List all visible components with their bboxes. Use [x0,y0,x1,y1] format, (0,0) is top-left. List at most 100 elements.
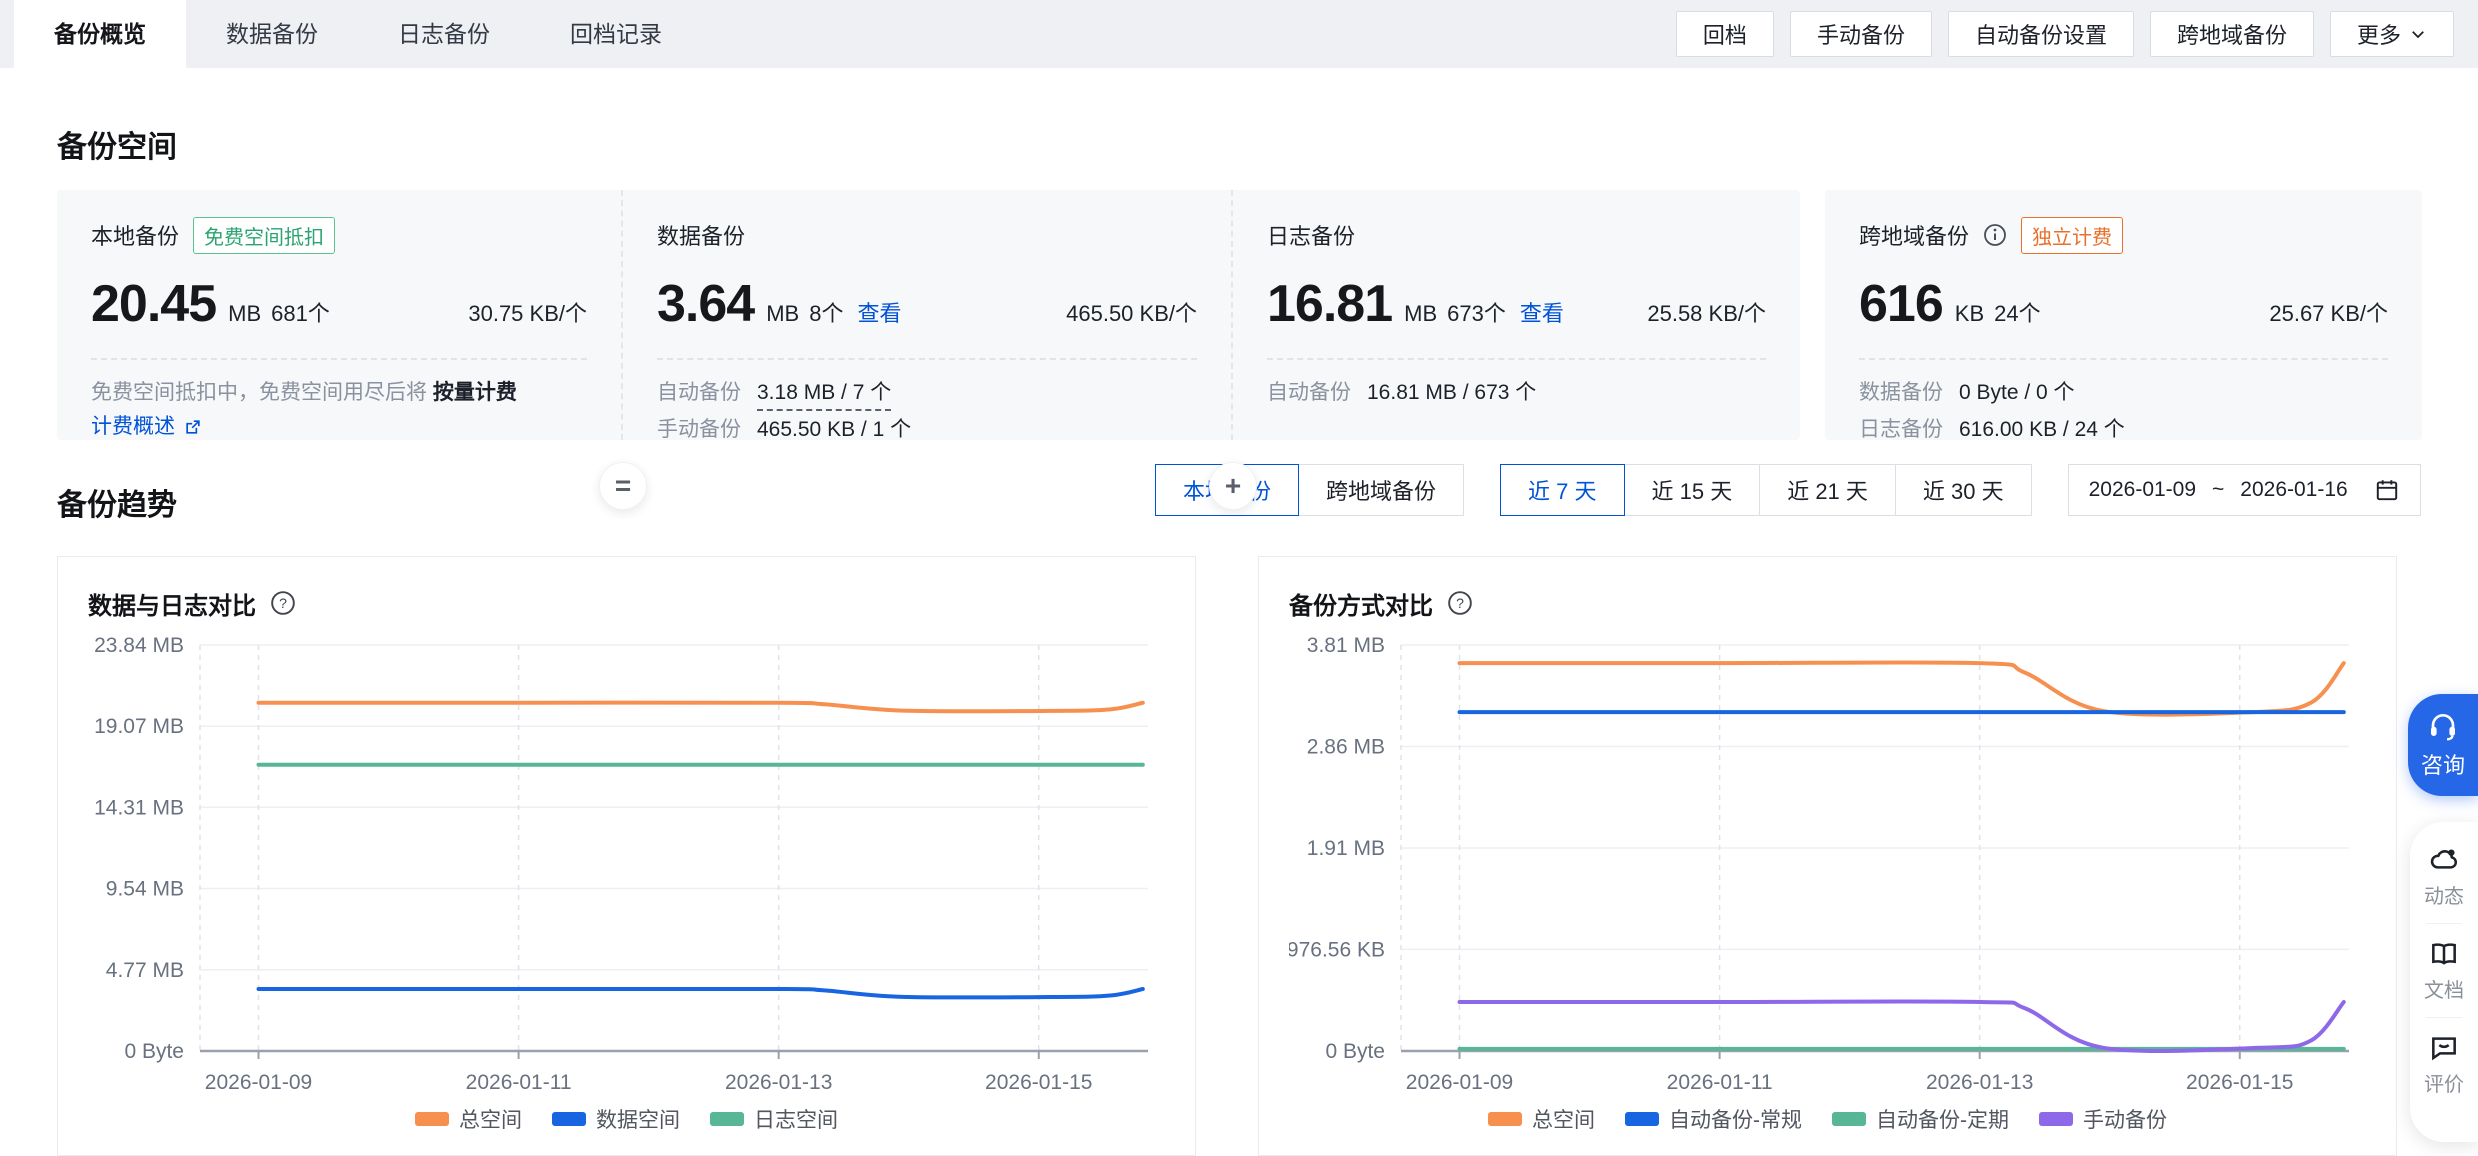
help-icon[interactable]: ? [1447,590,1473,616]
svg-text:1.91 MB: 1.91 MB [1307,837,1385,860]
data-backup-unit: MB [766,301,799,327]
log-backup-unit: MB [1404,301,1437,327]
consult-label: 咨询 [2421,748,2465,780]
dock-item-news[interactable]: 动态 [2424,844,2464,909]
local-backup-card: 本地备份 免费空间抵扣 20.45 MB 681个 30.75 KB/个 免费空… [57,190,1800,440]
manual-backup-row: 手动备份 465.50 KB / 1 个 [657,411,1197,448]
date-start: 2026-01-09 [2089,478,2196,502]
cross-region-card: 跨地域备份 独立计费 616 KB 24个 25.67 KB/个 数据备份 0 … [1825,190,2422,440]
backup-trend-title: 备份趋势 [57,480,177,524]
data-backup-per-item: 465.50 KB/个 [1066,296,1197,328]
legend-item[interactable]: 自动备份-定期 [1832,1104,2009,1134]
log-backup-section: 日志备份 16.81 MB 673个 查看 25.58 KB/个 自动备份 16… [1233,190,1800,440]
tab-backup-overview[interactable]: 备份概览 [14,0,186,68]
auto-backup-settings-button[interactable]: 自动备份设置 [1948,11,2134,57]
svg-text:2026-01-11: 2026-01-11 [1667,1071,1773,1094]
help-icon[interactable]: ? [270,590,296,616]
auto-backup-row: 自动备份 3.18 MB / 7 个 [657,374,1197,411]
billing-overview-link[interactable]: 计费概述 [91,410,175,444]
comment-icon [2428,1032,2460,1064]
backup-space-title: 备份空间 [57,122,177,166]
svg-text:2.86 MB: 2.86 MB [1307,736,1385,759]
legend-item[interactable]: 手动备份 [2039,1104,2167,1134]
dock-item-feedback[interactable]: 评价 [2424,1032,2464,1097]
svg-text:4.77 MB: 4.77 MB [106,959,184,982]
legend-swatch [415,1112,449,1126]
scope-cross-region-button[interactable]: 跨地域备份 [1298,464,1464,516]
svg-text:2026-01-15: 2026-01-15 [985,1071,1092,1094]
backup-method-line-chart[interactable]: 3.81 MB 2.86 MB 1.91 MB 976.56 KB 0 Byte 2026… [1289,631,2368,1097]
svg-text:976.56 KB: 976.56 KB [1289,938,1385,961]
cloud-bell-icon [2428,844,2460,876]
legend-swatch [1625,1112,1659,1126]
free-space-badge: 免费空间抵扣 [193,217,335,254]
svg-text:2026-01-13: 2026-01-13 [1926,1071,2033,1094]
svg-text:9.54 MB: 9.54 MB [106,878,184,901]
log-backup-size: 16.81 [1267,274,1392,334]
data-backup-count: 8个 [809,296,843,328]
more-button[interactable]: 更多 [2330,11,2454,57]
info-icon[interactable] [1983,223,2007,247]
consult-button[interactable]: 咨询 [2408,694,2478,796]
header-actions: 回档 手动备份 自动备份设置 跨地域备份 更多 [1676,11,2454,57]
svg-text:3.81 MB: 3.81 MB [1307,634,1385,657]
dock-item-docs[interactable]: 文档 [2424,938,2464,1003]
svg-text:0 Byte: 0 Byte [124,1040,184,1063]
divider [657,358,1197,360]
top-tab-bar: 备份概览 数据备份 日志备份 回档记录 回档 手动备份 自动备份设置 跨地域备份… [0,0,2478,68]
date-range-picker[interactable]: 2026-01-09 ~ 2026-01-16 [2068,464,2421,516]
manual-backup-button[interactable]: 手动备份 [1790,11,1932,57]
range-30d-button[interactable]: 近 30 天 [1895,464,2032,516]
log-backup-count: 673个 [1447,296,1506,328]
legend-item[interactable]: 总空间 [1488,1104,1595,1134]
auto-backup-value[interactable]: 3.18 MB / 7 个 [757,376,891,411]
chart2-legend: 总空间自动备份-常规自动备份-定期手动备份 [1289,1104,2366,1134]
range-21d-button[interactable]: 近 21 天 [1759,464,1896,516]
range-15d-button[interactable]: 近 15 天 [1624,464,1761,516]
chart1-legend: 总空间数据空间日志空间 [88,1104,1165,1134]
auto-backup-row: 自动备份 16.81 MB / 673 个 [1267,374,1766,411]
data-log-chart-card: 数据与日志对比 ? 23.84 MB19.07 MB14.31 MB9.54 M… [57,556,1196,1156]
legend-swatch [1832,1112,1866,1126]
tab-data-backup[interactable]: 数据备份 [186,0,358,68]
backup-method-chart-card: 备份方式对比 ? 3.81 MB2.86 MB1.91 MB976.56 KB0… [1258,556,2397,1156]
svg-text:0 Byte: 0 Byte [1325,1040,1385,1063]
data-log-line-chart[interactable]: 23.84 MB19.07 MB14.31 MB9.54 MB4.77 MB0 … [88,631,1167,1097]
rollback-button[interactable]: 回档 [1676,11,1774,57]
scope-switch: 本地备份 跨地域备份 [1155,464,1464,516]
legend-swatch [710,1112,744,1126]
book-icon [2428,938,2460,970]
log-backup-per-item: 25.58 KB/个 [1647,296,1766,328]
local-backup-unit: MB [228,301,261,327]
chevron-down-icon [2409,25,2427,43]
legend-swatch [2039,1112,2073,1126]
log-backup-view-link[interactable]: 查看 [1520,296,1564,328]
svg-text:2026-01-09: 2026-01-09 [205,1071,312,1094]
legend-item[interactable]: 总空间 [415,1104,522,1134]
svg-text:14.31 MB: 14.31 MB [94,796,184,819]
plus-operator: + [1209,462,1257,510]
local-backup-name: 本地备份 [91,219,179,251]
divider [1267,358,1766,360]
equals-operator: = [599,462,647,510]
legend-item[interactable]: 数据空间 [552,1104,680,1134]
cross-region-backup-button[interactable]: 跨地域备份 [2150,11,2314,57]
date-end: 2026-01-16 [2240,478,2347,502]
divider [1859,358,2388,360]
data-backup-view-link[interactable]: 查看 [857,296,901,328]
cross-log-row: 日志备份 616.00 KB / 24 个 [1859,411,2388,448]
legend-item[interactable]: 日志空间 [710,1104,838,1134]
calendar-icon [2374,477,2400,503]
external-link-icon[interactable] [183,417,203,437]
cross-region-size: 616 [1859,274,1943,334]
legend-item[interactable]: 自动备份-常规 [1625,1104,1802,1134]
svg-text:?: ? [279,595,287,611]
cross-region-unit: KB [1955,301,1984,327]
tab-log-backup[interactable]: 日志备份 [358,0,530,68]
headset-icon [2427,710,2459,742]
tab-rollback-records[interactable]: 回档记录 [530,0,702,68]
range-switch: 近 7 天 近 15 天 近 21 天 近 30 天 [1500,464,2032,516]
chart1-title: 数据与日志对比 [88,586,256,621]
range-7d-button[interactable]: 近 7 天 [1500,464,1624,516]
data-backup-name: 数据备份 [657,219,745,251]
